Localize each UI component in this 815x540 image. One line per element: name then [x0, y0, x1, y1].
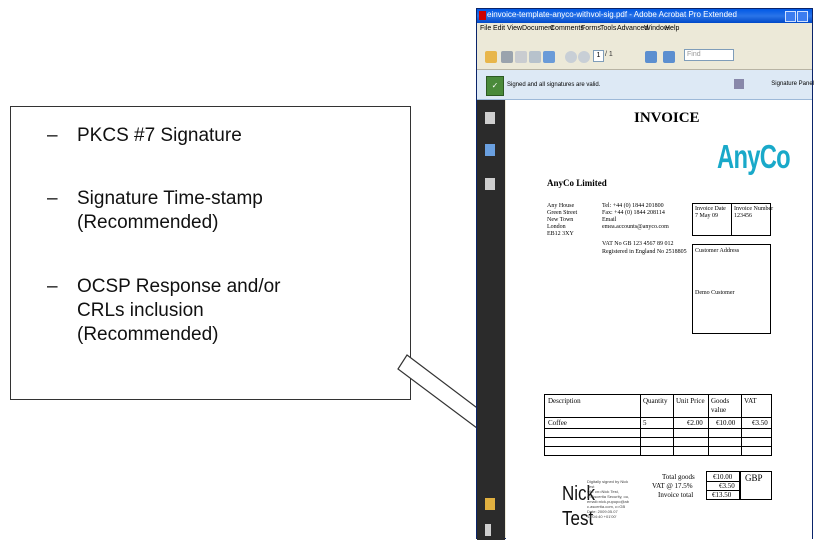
line-items-table: Description Quantity Unit Price Goods va… — [544, 394, 772, 456]
table-cell: €2.00 — [687, 419, 703, 427]
signature-detail-line: 13:04:40 +01'00' — [587, 514, 617, 519]
menu-tools[interactable]: Tools — [600, 25, 616, 32]
title-bar: einvoice-template-anyco-withvol-sig.pdf … — [477, 9, 812, 23]
contact-line: Fax: +44 (0) 1844 208114 — [602, 210, 665, 216]
invoice-number: 123456 — [734, 213, 752, 219]
acrobat-window: einvoice-template-anyco-withvol-sig.pdf … — [476, 8, 814, 540]
attachments-icon[interactable] — [485, 524, 491, 536]
customer-address-label: Customer Address — [695, 248, 740, 254]
menu-edit[interactable]: Edit — [493, 25, 505, 32]
invoice-total-value: €13.50 — [712, 491, 732, 499]
table-cell: Coffee — [548, 419, 567, 427]
contact-line: Tel: +44 (0) 1844 201800 — [602, 203, 664, 209]
invoice-date: 7 May 09 — [695, 213, 718, 219]
address-line: New Town — [547, 217, 574, 223]
currency-label: GBP — [745, 473, 763, 483]
menu-forms[interactable]: Forms — [581, 25, 601, 32]
window-title: einvoice-template-anyco-withvol-sig.pdf … — [487, 10, 737, 19]
signature-panel-button[interactable]: Signature Panel — [771, 81, 814, 87]
signature-panel-icon — [734, 79, 744, 89]
table-cell: €3.50 — [752, 419, 768, 427]
maximize-button[interactable] — [797, 11, 808, 22]
vat-value: €3.50 — [719, 482, 735, 490]
table-header: Quantity — [643, 397, 668, 405]
vat-number: VAT No GB 123 4567 89 012 — [602, 241, 674, 247]
table-header: VAT — [744, 397, 757, 405]
valid-signature-icon: ✓ — [486, 76, 504, 96]
invoice-heading: INVOICE — [634, 110, 700, 126]
menu-file[interactable]: File — [480, 25, 491, 32]
fit-width-icon[interactable] — [645, 51, 657, 63]
minimize-button[interactable] — [785, 11, 796, 22]
signature-status-bar: ✓ Signed and all signatures are valid. S… — [477, 70, 814, 100]
total-goods-label: Total goods — [662, 473, 695, 481]
table-cell: 5 — [643, 419, 647, 427]
registration-number: Registered in England No 2518805 — [602, 249, 687, 255]
print-icon[interactable] — [501, 51, 513, 63]
collaborate-icon[interactable] — [543, 51, 555, 63]
table-header: Description — [548, 397, 581, 405]
table-header: Goods value — [711, 397, 730, 414]
menu-help[interactable]: Help — [665, 25, 679, 32]
toolbar: 1 / 1 Find — [477, 35, 812, 70]
page-number-input[interactable]: 1 — [593, 50, 604, 62]
bookmarks-icon[interactable] — [485, 144, 495, 156]
signature-details[interactable]: Digitally signed by Nick Test DN: cn=Nic… — [587, 479, 639, 519]
invoice-date-label: Invoice Date — [695, 206, 726, 212]
totals-box: €10.00 €3.50 €13.50 — [706, 471, 740, 500]
company-name: AnyCo Limited — [547, 178, 607, 188]
currency-box: GBP — [740, 471, 772, 500]
menu-comments[interactable]: Comments — [550, 25, 584, 32]
menu-view[interactable]: View — [507, 25, 522, 32]
total-goods-value: €10.00 — [713, 473, 733, 481]
pages-icon[interactable] — [485, 112, 495, 124]
invoice-number-label: Invoice Number — [734, 206, 774, 212]
open-folder-icon[interactable] — [485, 51, 497, 63]
signature-status-text: Signed and all signatures are valid. — [507, 82, 601, 88]
document-page: INVOICE AnyCo AnyCo Limited Any House Gr… — [506, 100, 812, 540]
contact-line: Email — [602, 217, 617, 223]
address-line: London — [547, 224, 566, 230]
invoice-total-label: Invoice total — [658, 491, 694, 499]
address-line: Any House — [547, 203, 575, 209]
address-line: EB12 3XY — [547, 231, 574, 237]
vat-label: VAT @ 17.5% — [652, 482, 693, 490]
table-header: Unit Price — [676, 397, 705, 405]
fit-page-icon[interactable] — [663, 51, 675, 63]
next-page-icon[interactable] — [578, 51, 590, 63]
comments-icon[interactable] — [485, 498, 495, 510]
pdf-app-icon — [479, 11, 486, 20]
previous-page-icon[interactable] — [565, 51, 577, 63]
email-icon[interactable] — [529, 51, 541, 63]
contact-line: emea.accounts@anyco.com — [602, 224, 669, 230]
customer-address-box: Customer Address Demo Customer — [692, 244, 771, 334]
save-icon[interactable] — [515, 51, 527, 63]
find-input[interactable]: Find — [684, 49, 734, 61]
navigation-pane — [477, 100, 505, 540]
page-count: / 1 — [605, 51, 613, 58]
menu-bar: File Edit View Document Comments Forms T… — [477, 23, 812, 35]
divider — [731, 204, 732, 235]
customer-name: Demo Customer — [695, 290, 735, 296]
address-line: Green Street — [547, 210, 578, 216]
invoice-details-box: Invoice Date 7 May 09 Invoice Number 123… — [692, 203, 774, 236]
signatures-icon[interactable] — [485, 178, 495, 190]
company-logo: AnyCo — [717, 138, 791, 175]
table-cell: €10.00 — [716, 419, 736, 427]
